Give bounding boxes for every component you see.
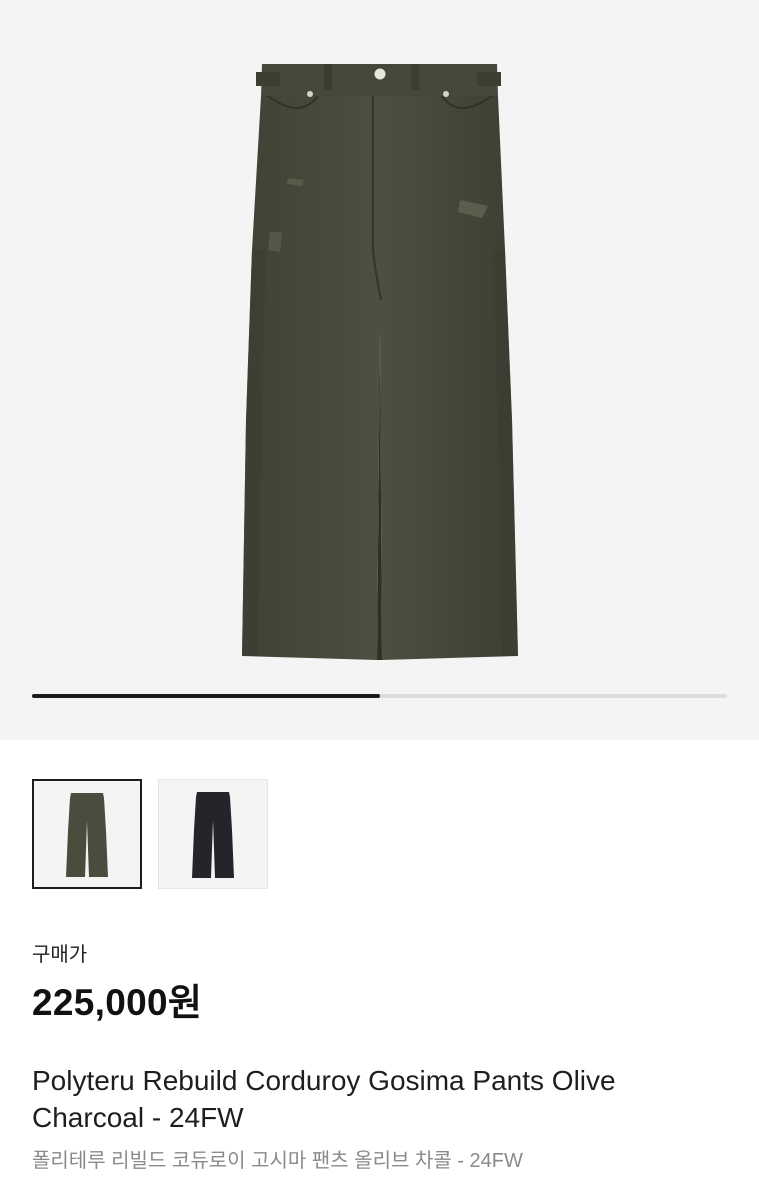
- price-label: 구매가: [32, 944, 88, 966]
- olive-charcoal-pants-image: [242, 64, 518, 660]
- olive-pants-thumbnail-image: [66, 793, 108, 877]
- price: 225,000원: [32, 982, 203, 1023]
- thumbnail-black[interactable]: [158, 779, 268, 889]
- gallery-progress-track: [32, 694, 727, 698]
- product-subtitle: 폴리테루 리빌드 코듀로이 고시마 팬츠 올리브 차콜 - 24FW: [32, 1150, 523, 1172]
- product-title: Polyteru Rebuild Corduroy Gosima Pants O…: [32, 1065, 616, 1133]
- product-image-gallery[interactable]: [0, 0, 759, 740]
- black-pants-thumbnail-image: [192, 792, 234, 878]
- gallery-progress-fill: [32, 694, 380, 698]
- thumbnail-olive[interactable]: [32, 779, 142, 889]
